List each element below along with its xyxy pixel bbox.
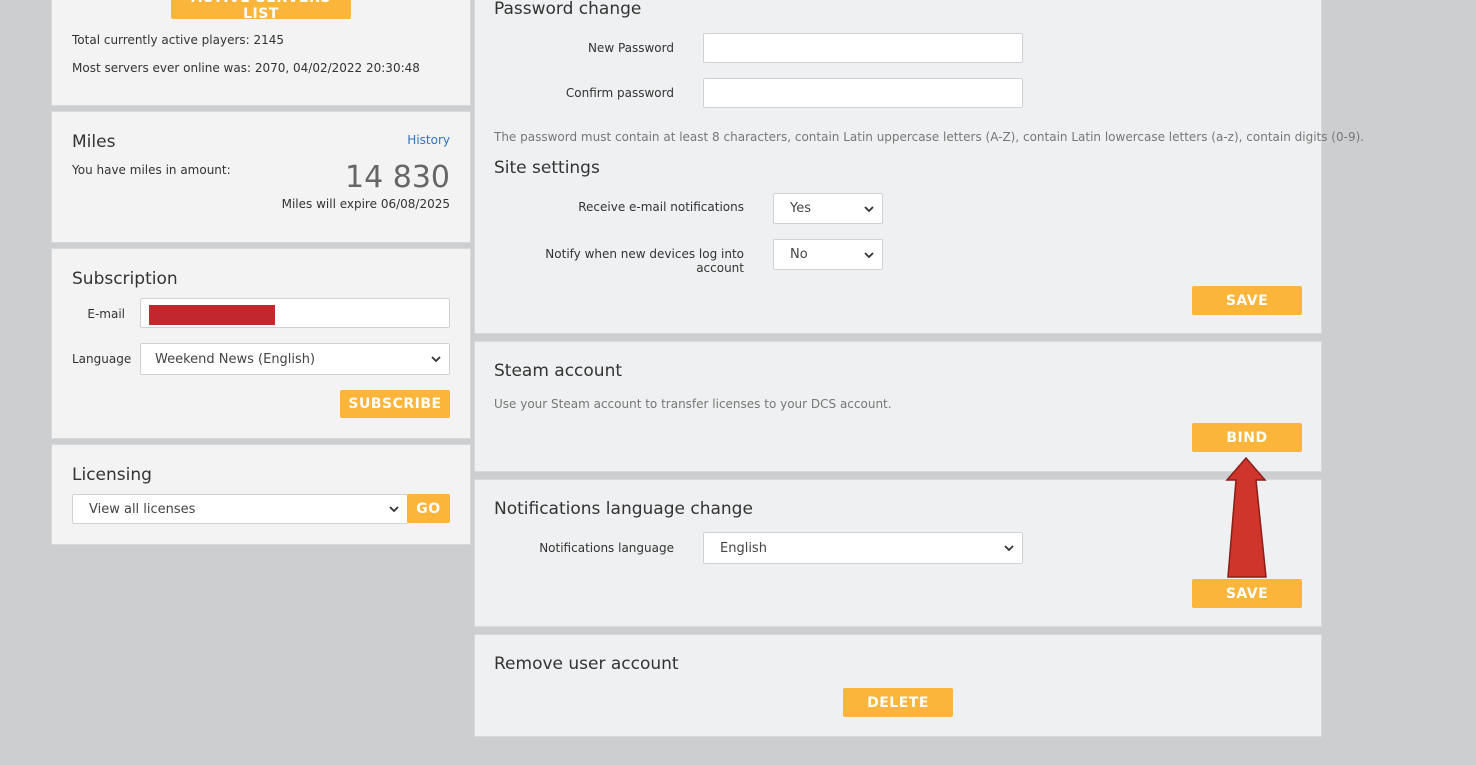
language-label: Language: [72, 352, 132, 366]
device-notifications-label: Notify when new devices log into account: [545, 247, 744, 275]
notifications-language-panel: Notifications language change Notificati…: [475, 480, 1321, 626]
chevron-down-icon: [864, 205, 874, 212]
site-settings-save-button[interactable]: SAVE: [1192, 286, 1302, 315]
miles-amount-value: 14 830: [345, 160, 450, 195]
up-arrow-icon: [1225, 456, 1267, 578]
notifications-language-title: Notifications language change: [494, 499, 753, 519]
notifications-language-select[interactable]: English: [703, 532, 1023, 564]
email-notifications-value: Yes: [790, 201, 811, 216]
new-password-input[interactable]: [703, 33, 1023, 63]
total-players-line: Total currently active players: 2145: [72, 32, 284, 48]
licensing-select-value: View all licenses: [89, 501, 196, 517]
chevron-down-icon: [389, 506, 399, 513]
delete-account-button[interactable]: DELETE: [843, 688, 953, 717]
password-settings-panel: Password change New Password Confirm pas…: [475, 0, 1364, 333]
subscription-title: Subscription: [72, 269, 178, 289]
notifications-language-save-button[interactable]: SAVE: [1192, 579, 1302, 608]
confirm-password-input[interactable]: [703, 78, 1023, 108]
password-hint: The password must contain at least 8 cha…: [494, 130, 1365, 144]
email-notifications-label: Receive e-mail notifications: [578, 200, 744, 214]
miles-expire-line: Miles will expire 06/08/2025: [282, 196, 450, 212]
miles-expire-value: 06/08/2025: [380, 197, 450, 211]
notifications-language-value: English: [720, 540, 767, 556]
max-servers-value: 2070, 04/02/2022 20:30:48: [254, 61, 420, 75]
total-players-label: Total currently active players:: [72, 33, 250, 47]
licensing-select[interactable]: View all licenses: [72, 494, 408, 524]
notifications-language-label: Notifications language: [539, 541, 674, 555]
licensing-go-button[interactable]: GO: [407, 494, 450, 523]
miles-amount-label: You have miles in amount:: [72, 163, 231, 177]
device-notifications-select[interactable]: No: [773, 239, 883, 270]
subscription-language-select[interactable]: Weekend News (English): [140, 343, 450, 375]
email-notifications-select[interactable]: Yes: [773, 193, 883, 224]
subscription-language-value: Weekend News (English): [155, 351, 316, 367]
device-notifications-value: No: [790, 247, 808, 262]
steam-panel: Steam account Use your Steam account to …: [475, 342, 1321, 471]
new-password-label: New Password: [587, 41, 674, 55]
site-settings-title: Site settings: [494, 158, 600, 178]
steam-description: Use your Steam account to transfer licen…: [494, 397, 892, 411]
history-link[interactable]: History: [407, 132, 450, 148]
password-change-title: Password change: [494, 0, 642, 19]
confirm-password-label: Confirm password: [565, 86, 674, 100]
subscribe-button[interactable]: SUBSCRIBE: [340, 390, 450, 418]
active-servers-list-button[interactable]: ACTIVE SERVERS LIST: [171, 0, 351, 22]
remove-account-panel: Remove user account DELETE: [475, 635, 1321, 736]
email-redaction: [149, 305, 275, 325]
chevron-down-icon: [431, 356, 441, 363]
miles-panel: Miles History You have miles in amount: …: [52, 112, 470, 242]
steam-title: Steam account: [494, 361, 623, 381]
subscription-panel: Subscription E-mail Language Weekend New…: [52, 249, 470, 438]
email-label: E-mail: [87, 307, 125, 321]
licensing-title: Licensing: [72, 465, 152, 485]
servers-panel: ACTIVE SERVERS LIST Total currently acti…: [52, 0, 470, 105]
chevron-down-icon: [864, 251, 874, 258]
steam-bind-button[interactable]: BIND: [1192, 423, 1302, 452]
miles-expire-label: Miles will expire: [281, 197, 377, 211]
total-players-value: 2145: [253, 33, 285, 47]
remove-account-title: Remove user account: [494, 654, 679, 674]
miles-title: Miles: [72, 132, 116, 152]
subscription-email-input[interactable]: [140, 298, 450, 328]
max-servers-label: Most servers ever online was:: [72, 61, 252, 75]
chevron-down-icon: [1004, 545, 1014, 552]
max-servers-line: Most servers ever online was: 2070, 04/0…: [72, 60, 420, 76]
licensing-panel: Licensing View all licenses GO: [52, 445, 470, 544]
